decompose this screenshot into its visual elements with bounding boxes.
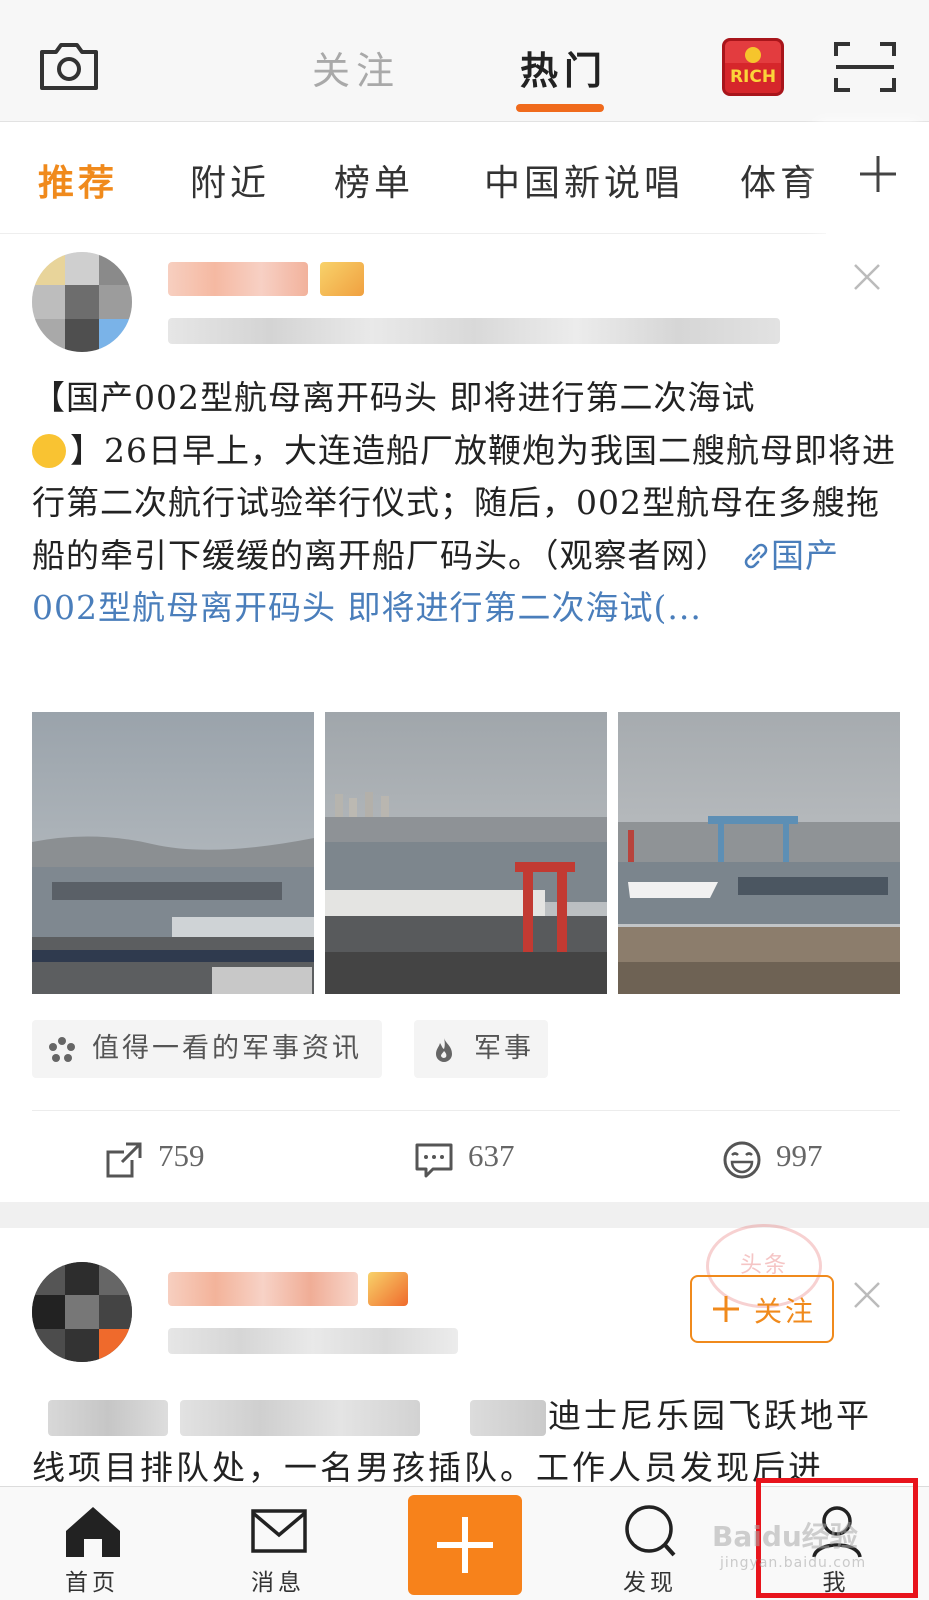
topic-tag-military-news[interactable]: 值得一看的军事资讯 <box>32 1020 382 1078</box>
harbor-photo-1 <box>32 712 314 994</box>
follow-button[interactable]: 关注 <box>690 1275 834 1343</box>
home-icon <box>66 1507 120 1557</box>
category-sports[interactable]: 体育 <box>740 154 820 206</box>
nav-discover-label: 发现 <box>623 1570 677 1596</box>
harbor-photo-3 <box>618 712 900 994</box>
post-image-1[interactable] <box>32 712 314 994</box>
divider <box>32 1110 900 1111</box>
category-tabs: 推荐 附近 榜单 中国新说唱 体育 <box>0 122 929 234</box>
rich-redpacket-icon[interactable]: RICH <box>722 38 784 96</box>
post-meta-blurred <box>168 318 780 344</box>
plus-icon[interactable] <box>856 152 900 196</box>
close-icon[interactable] <box>852 1280 882 1310</box>
nav-home-label: 首页 <box>65 1570 119 1596</box>
category-rap-of-china[interactable]: 中国新说唱 <box>484 154 684 206</box>
baidu-watermark-url: jingyan.baidu.com <box>720 1555 867 1571</box>
share-count: 759 <box>158 1138 205 1173</box>
topic-tag-military[interactable]: 军事 <box>414 1020 548 1078</box>
topic-tag-label: 军事 <box>474 1033 534 1064</box>
post-image-3[interactable] <box>618 712 900 994</box>
category-nearby[interactable]: 附近 <box>190 154 270 206</box>
mail-icon <box>251 1509 307 1553</box>
plus-icon <box>437 1517 493 1573</box>
nav-messages-label: 消息 <box>251 1570 305 1596</box>
tab-hot[interactable]: 热门 <box>520 40 608 95</box>
pixelated-avatar-image <box>32 252 132 352</box>
avatar[interactable] <box>32 1262 132 1362</box>
fire-icon <box>436 1038 452 1062</box>
sparkle-icon <box>49 1037 75 1062</box>
share-icon <box>106 1142 142 1178</box>
tab-follow[interactable]: 关注 <box>312 40 400 95</box>
post-meta-blurred <box>168 1328 458 1354</box>
like-count: 997 <box>776 1138 823 1173</box>
camera-icon[interactable] <box>38 40 100 92</box>
feed-separator <box>0 1202 929 1228</box>
close-icon[interactable] <box>852 262 882 292</box>
post-text-main: 【国产002型航母离开码头 即将进行第二次海试 <box>32 378 756 417</box>
pixelated-avatar-image <box>32 1262 132 1362</box>
post-text-line-1: 迪士尼乐园飞跃地平 <box>548 1396 872 1435</box>
plus-icon <box>713 1296 739 1322</box>
comment-icon <box>415 1143 453 1178</box>
follow-label: 关注 <box>754 1295 817 1328</box>
comment-count: 637 <box>468 1138 515 1173</box>
harbor-photo-2 <box>325 712 607 994</box>
emoji-icon <box>32 433 66 468</box>
active-tab-indicator <box>516 104 604 112</box>
category-recommend[interactable]: 推荐 <box>38 154 118 206</box>
username-blurred[interactable] <box>168 1272 358 1306</box>
post-image-2[interactable] <box>325 712 607 994</box>
nav-messages[interactable]: 消息 <box>218 1487 338 1600</box>
coin-icon <box>745 47 761 63</box>
post-image-grid <box>32 712 900 994</box>
topic-tag-label: 值得一看的军事资讯 <box>92 1033 362 1064</box>
smile-like-icon <box>723 1141 761 1179</box>
post-body-text[interactable]: 【国产002型航母离开码头 即将进行第二次海试 】26日早上，大连造船厂放鞭炮为… <box>32 372 904 635</box>
baidu-watermark: Baidu经验 <box>712 1520 858 1553</box>
rich-badge-label: RICH <box>729 67 777 87</box>
category-ranking[interactable]: 榜单 <box>334 154 414 206</box>
vip-badge-blurred <box>368 1272 408 1306</box>
vip-badge-blurred <box>320 262 364 296</box>
compose-button[interactable] <box>408 1495 522 1595</box>
top-navigation: 关注 热门 RICH <box>0 0 929 122</box>
link-icon <box>744 543 768 568</box>
username-blurred[interactable] <box>168 262 308 296</box>
nav-discover[interactable]: 发现 <box>590 1487 710 1600</box>
search-icon <box>625 1505 676 1557</box>
scan-icon[interactable] <box>834 42 896 92</box>
avatar[interactable] <box>32 252 132 352</box>
nav-home[interactable]: 首页 <box>32 1487 152 1600</box>
